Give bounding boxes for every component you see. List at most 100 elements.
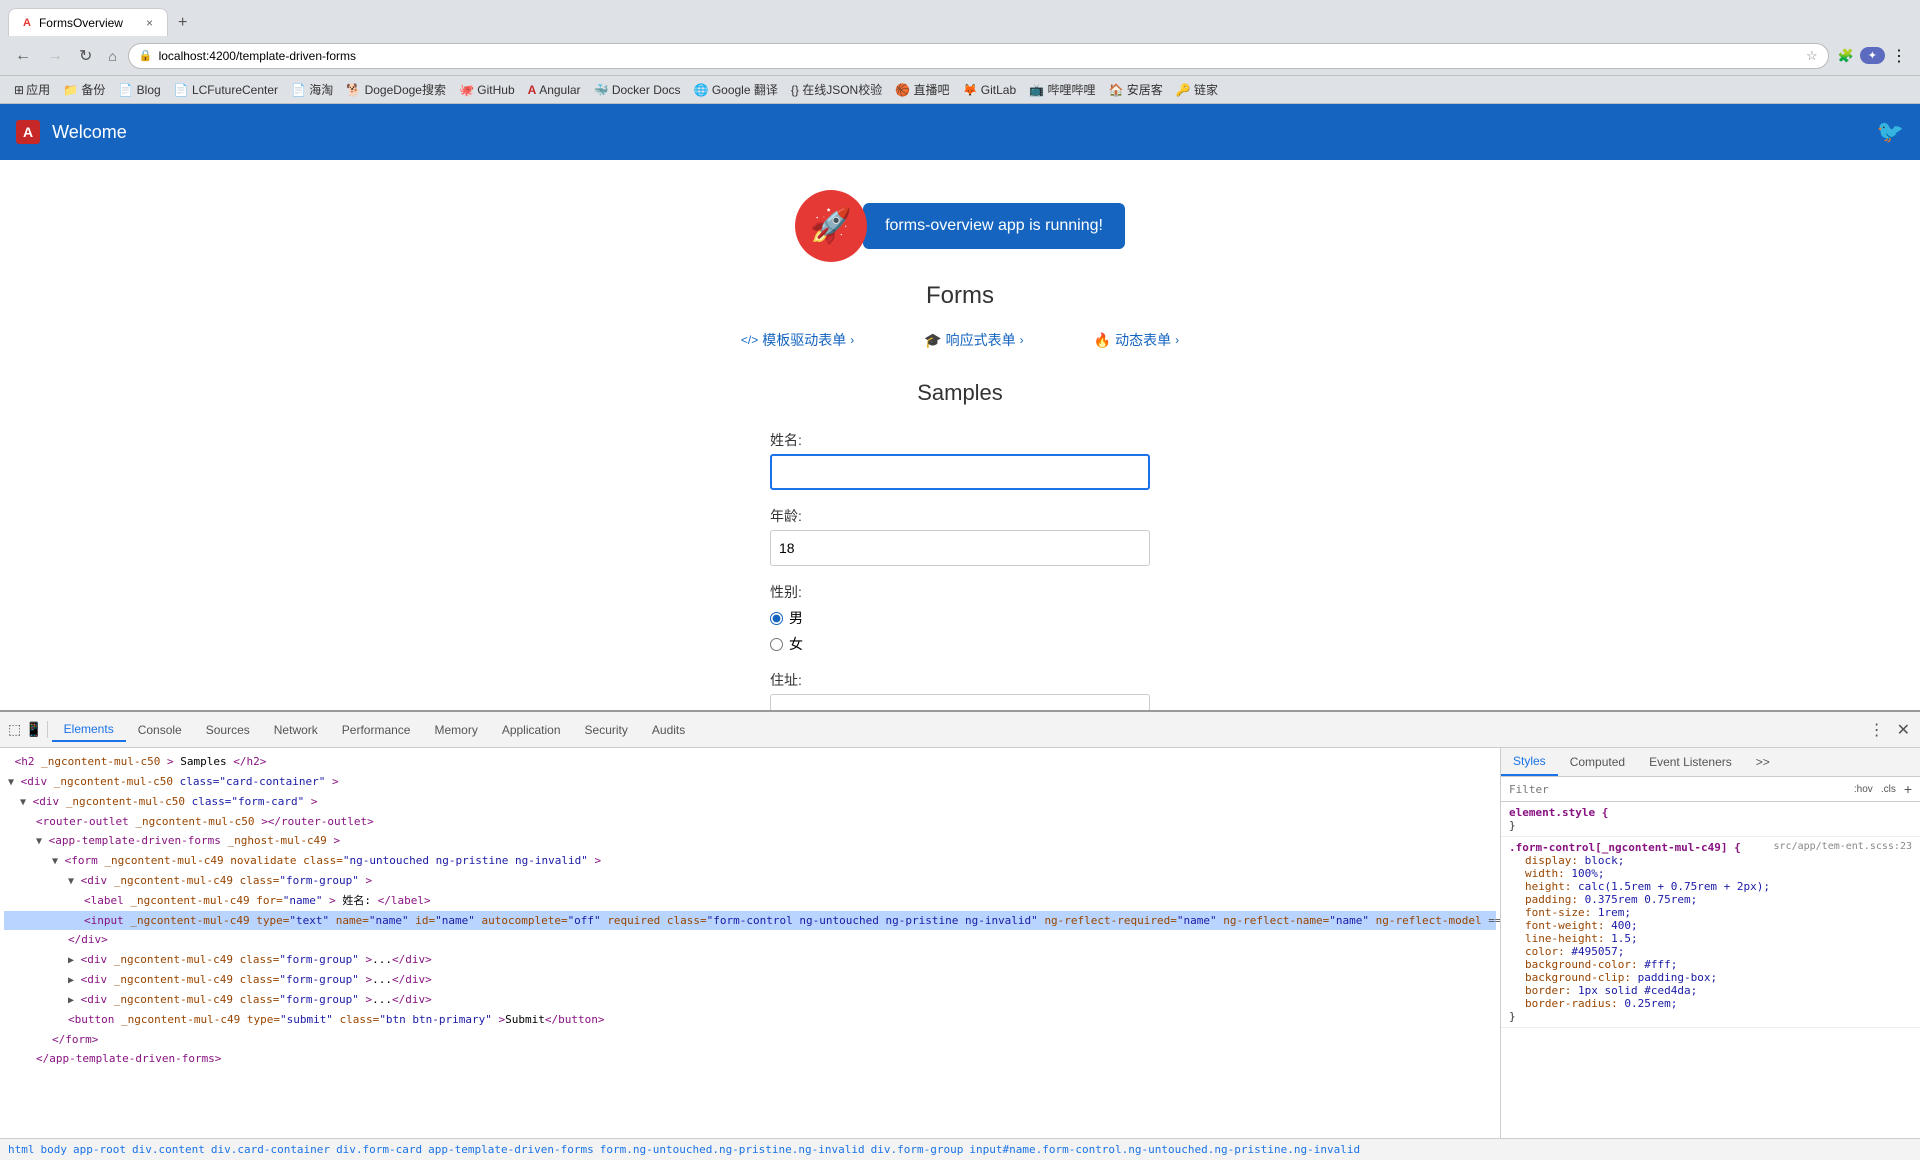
home-button[interactable]: ⌂ — [103, 46, 121, 66]
device-toolbar-button[interactable]: 📱 — [25, 721, 42, 738]
age-input[interactable] — [770, 530, 1150, 566]
nav-link-dynamic[interactable]: 🔥 动态表单 › — [1094, 330, 1179, 350]
styles-tab-event-listeners[interactable]: Event Listeners — [1637, 748, 1744, 776]
bookmark-translate[interactable]: 🌐 Google 翻译 — [688, 79, 784, 100]
element-line-11[interactable]: ▶ <div _ngcontent-mul-c49 class="form-gr… — [4, 970, 1496, 990]
tab-performance[interactable]: Performance — [330, 719, 423, 741]
reload-button[interactable]: ↻ — [74, 44, 97, 68]
nav-link-reactive[interactable]: 🎓 响应式表单 › — [924, 330, 1023, 350]
element-line-5[interactable]: ▼ <form _ngcontent-mul-c49 novalidate cl… — [4, 851, 1496, 871]
url-input[interactable] — [159, 49, 1800, 63]
element-line-15[interactable]: </app-template-driven-forms> — [4, 1049, 1496, 1069]
bc-divform-card[interactable]: div.form-card — [336, 1143, 422, 1156]
element-line-3[interactable]: <router-outlet _ngcontent-mul-c50 ></rou… — [4, 812, 1496, 832]
style-closing: } — [1509, 819, 1912, 832]
close-devtools-button[interactable]: ✕ — [1891, 720, 1916, 740]
cls-button[interactable]: .cls — [1881, 784, 1896, 795]
devtools-left-icons: ⬚ 📱 — [4, 721, 48, 738]
element-line-4[interactable]: ▼ <app-template-driven-forms _nghost-mul… — [4, 831, 1496, 851]
tab-sources[interactable]: Sources — [194, 719, 262, 741]
bc-input[interactable]: input#name.form-control.ng-untouched.ng-… — [969, 1143, 1360, 1156]
bookmark-github[interactable]: 🐙 GitHub — [453, 81, 521, 99]
element-line-12[interactable]: ▶ <div _ngcontent-mul-c49 class="form-gr… — [4, 990, 1496, 1010]
element-line-10[interactable]: ▶ <div _ngcontent-mul-c49 class="form-gr… — [4, 950, 1496, 970]
tab-network[interactable]: Network — [262, 719, 330, 741]
bc-body[interactable]: body — [41, 1143, 68, 1156]
style-prop-height: height: calc(1.5rem + 0.75rem + 2px); — [1509, 880, 1912, 893]
bc-divcard-container[interactable]: div.card-container — [211, 1143, 330, 1156]
tab-audits[interactable]: Audits — [640, 719, 697, 741]
bookmark-haitao[interactable]: 📄 海淘 — [285, 79, 339, 100]
bookmark-angular[interactable]: A Angular — [522, 81, 587, 99]
bookmark-backup[interactable]: 📁 备份 — [57, 79, 111, 100]
style-prop-border: border: 1px solid #ced4da; — [1509, 984, 1912, 997]
element-line-6[interactable]: ▼ <div _ngcontent-mul-c49 class="form-gr… — [4, 871, 1496, 891]
element-line-0[interactable]: <h2 _ngcontent-mul-c50 > Samples </h2> — [4, 752, 1496, 772]
angular-logo: A — [16, 120, 40, 144]
bc-divcontent[interactable]: div.content — [132, 1143, 205, 1156]
element-line-8[interactable]: <input _ngcontent-mul-c49 type="text" na… — [4, 911, 1496, 931]
form-group-gender: 性别: 男 女 — [770, 582, 1150, 654]
bookmark-apps[interactable]: ⊞ 应用 — [8, 79, 56, 100]
chevron-right-icon-0: › — [850, 333, 854, 347]
dynamic-icon: 🔥 — [1094, 332, 1111, 349]
styles-tab-styles[interactable]: Styles — [1501, 748, 1558, 776]
bc-app-template[interactable]: app-template-driven-forms — [428, 1143, 594, 1156]
tab-title: FormsOverview — [39, 16, 123, 30]
bookmark-json[interactable]: {} 在线JSON校验 — [785, 79, 888, 100]
styles-tab-more[interactable]: >> — [1744, 748, 1782, 776]
name-input[interactable] — [770, 454, 1150, 490]
element-line-2[interactable]: ▼ <div _ngcontent-mul-c50 class="form-ca… — [4, 792, 1496, 812]
bookmark-dogedoge[interactable]: 🐕 DogeDoge搜索 — [340, 79, 452, 100]
gender-male-option[interactable]: 男 — [770, 608, 1150, 628]
back-button[interactable]: ← — [10, 45, 36, 67]
forward-button[interactable]: → — [42, 45, 68, 67]
element-line-9[interactable]: </div> — [4, 930, 1496, 950]
style-block-element: element.style { } — [1501, 802, 1920, 837]
elements-panel[interactable]: <h2 _ngcontent-mul-c50 > Samples </h2> ▼… — [0, 748, 1500, 1138]
bookmark-bilibili[interactable]: 📺 哔哩哔哩 — [1023, 79, 1101, 100]
hov-button[interactable]: :hov — [1854, 784, 1873, 795]
styles-tab-computed[interactable]: Computed — [1558, 748, 1637, 776]
gender-female-option[interactable]: 女 — [770, 634, 1150, 654]
extensions-button[interactable]: 🧩 — [1835, 46, 1857, 66]
more-menu-button[interactable]: ⋮ — [1888, 44, 1910, 68]
add-style-button[interactable]: + — [1904, 781, 1912, 797]
element-line-7[interactable]: <label _ngcontent-mul-c49 for="name" > 姓… — [4, 891, 1496, 911]
tab-memory[interactable]: Memory — [422, 719, 489, 741]
profile-button[interactable]: ✦ — [1860, 47, 1885, 64]
element-line-14[interactable]: </form> — [4, 1030, 1496, 1050]
close-tab-button[interactable]: × — [146, 16, 153, 30]
bookmark-blog[interactable]: 📄 Blog — [112, 81, 166, 99]
bookmark-anjuke[interactable]: 🏠 安居客 — [1102, 79, 1168, 100]
tab-elements[interactable]: Elements — [52, 718, 126, 742]
rocket-icon: 🚀 — [810, 206, 852, 246]
tab-security[interactable]: Security — [573, 719, 640, 741]
bookmark-lcfuture[interactable]: 📄 LCFutureCenter — [168, 81, 284, 99]
bc-html[interactable]: html — [8, 1143, 35, 1156]
gender-male-label: 男 — [789, 608, 803, 628]
bc-approot[interactable]: app-root — [73, 1143, 126, 1156]
inspect-element-button[interactable]: ⬚ — [8, 721, 21, 738]
star-icon: ☆ — [1806, 48, 1818, 64]
bc-divform-group[interactable]: div.form-group — [871, 1143, 964, 1156]
nav-link-template[interactable]: </> 模板驱动表单 › — [741, 330, 854, 350]
bookmark-lianjia[interactable]: 🔑 链家 — [1170, 79, 1224, 100]
bookmark-zhibo[interactable]: 🏀 直播吧 — [889, 79, 955, 100]
browser-tab[interactable]: A FormsOverview × — [8, 8, 168, 36]
tab-console[interactable]: Console — [126, 719, 194, 741]
more-tools-button[interactable]: ⋮ — [1863, 720, 1891, 740]
bookmark-gitlab[interactable]: 🦊 GitLab — [957, 81, 1023, 99]
bookmark-docker[interactable]: 🐳 Docker Docs — [588, 81, 687, 99]
gender-male-radio[interactable] — [770, 612, 783, 625]
bc-form[interactable]: form.ng-untouched.ng-pristine.ng-invalid — [600, 1143, 865, 1156]
bookmarks-bar: ⊞ 应用 📁 备份 📄 Blog 📄 LCFutureCenter 📄 海淘 🐕… — [0, 76, 1920, 104]
tab-application[interactable]: Application — [490, 719, 573, 741]
url-bar[interactable]: 🔒 ☆ — [128, 43, 1829, 69]
gender-female-radio[interactable] — [770, 638, 783, 651]
element-line-1[interactable]: ▼ <div _ngcontent-mul-c50 class="card-co… — [4, 772, 1496, 792]
styles-filter-bar: :hov .cls + — [1501, 777, 1920, 802]
element-line-13[interactable]: <button _ngcontent-mul-c49 type="submit"… — [4, 1010, 1496, 1030]
styles-filter-input[interactable] — [1509, 783, 1846, 796]
new-tab-button[interactable]: + — [168, 10, 197, 36]
